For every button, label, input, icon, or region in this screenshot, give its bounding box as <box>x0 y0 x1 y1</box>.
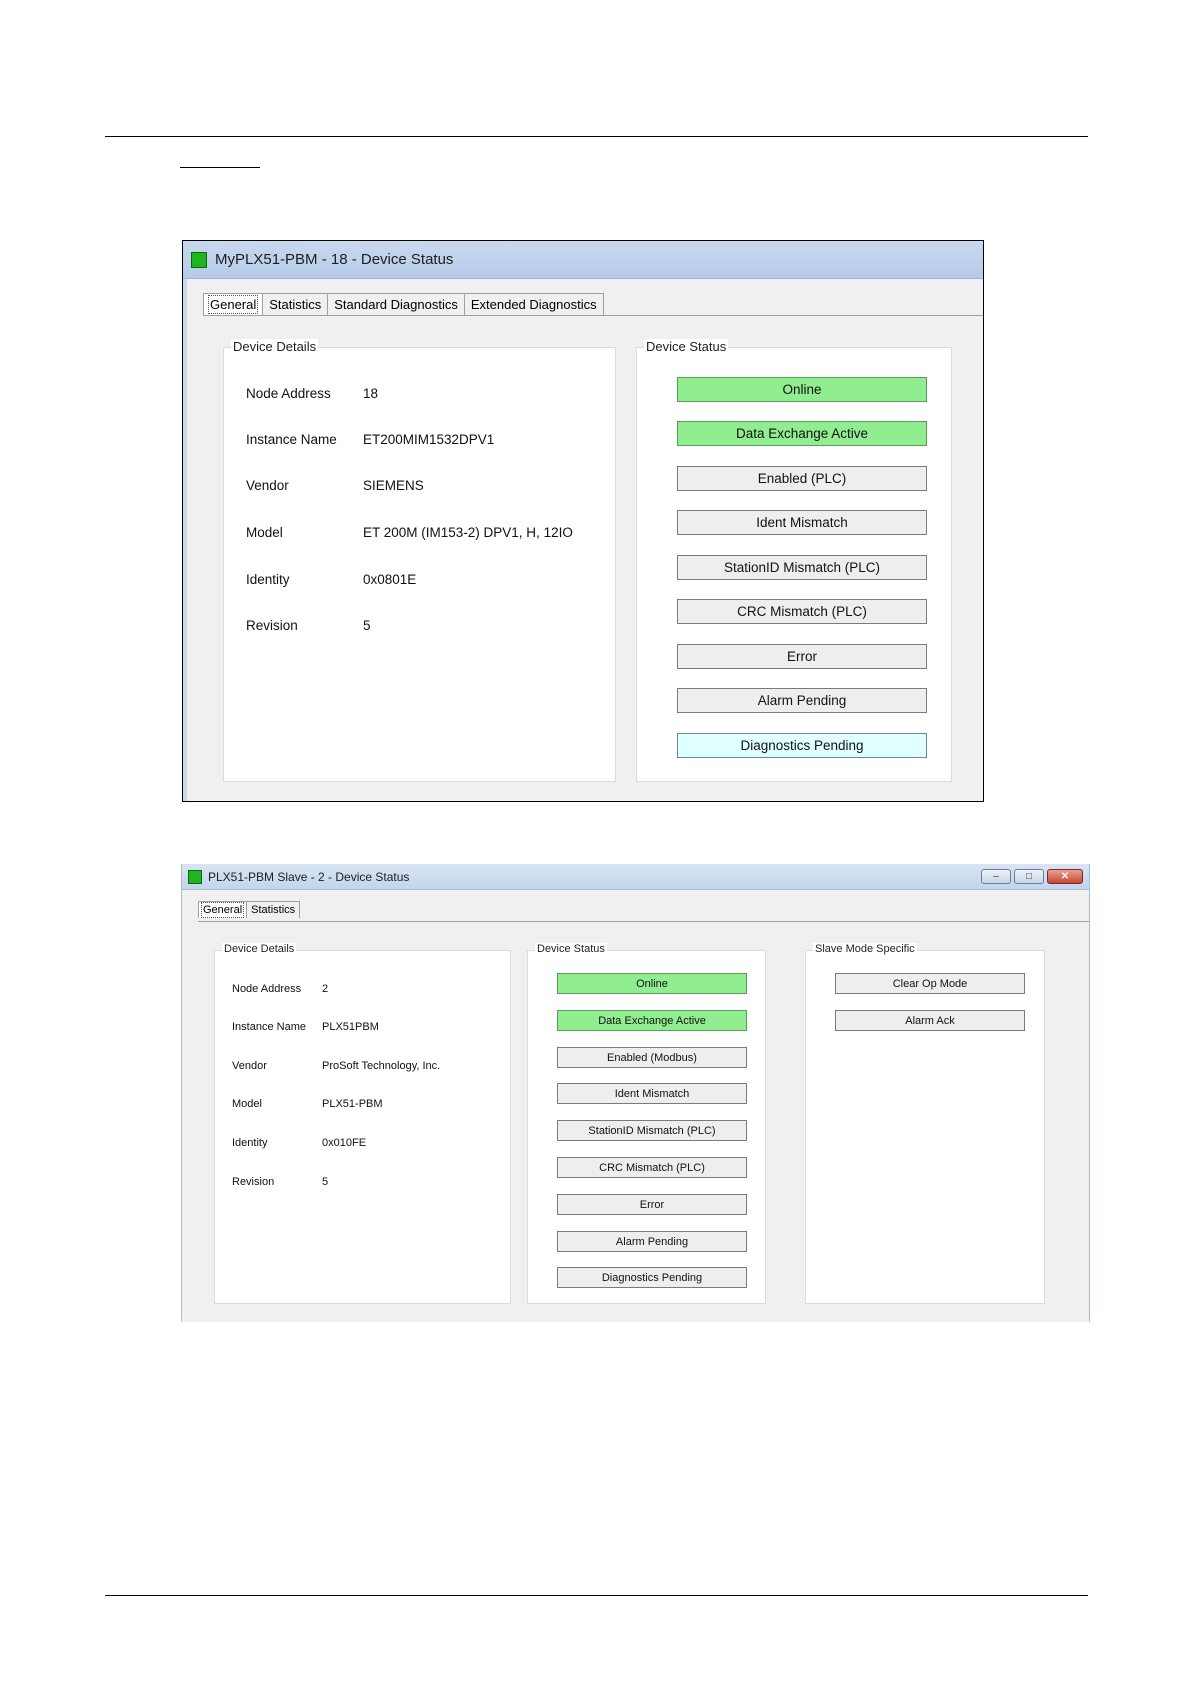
status-stationid-mismatch: StationID Mismatch (PLC) <box>557 1120 747 1141</box>
revision-value: 5 <box>363 618 371 633</box>
group-title: Device Details <box>222 943 297 955</box>
identity-label: Identity <box>232 1137 268 1149</box>
status-ident-mismatch: Ident Mismatch <box>677 510 927 535</box>
status-stationid-mismatch: StationID Mismatch (PLC) <box>677 555 927 580</box>
model-value: PLX51-PBM <box>322 1098 383 1110</box>
minimize-button[interactable]: – <box>981 869 1011 884</box>
status-data-exchange-active: Data Exchange Active <box>557 1010 747 1031</box>
tab-statistics[interactable]: Statistics <box>246 901 301 918</box>
header-underline <box>180 167 260 168</box>
status-error: Error <box>557 1194 747 1215</box>
tab-bar: General Statistics <box>198 901 301 918</box>
vendor-label: Vendor <box>246 478 289 493</box>
model-label: Model <box>246 525 283 540</box>
revision-label: Revision <box>232 1176 275 1188</box>
vendor-label: Vendor <box>232 1060 267 1072</box>
node-address-label: Node Address <box>232 983 302 995</box>
status-crc-mismatch: CRC Mismatch (PLC) <box>677 599 927 624</box>
group-title: Slave Mode Specific <box>813 943 917 955</box>
green-status-icon <box>191 251 207 268</box>
node-address-value: 18 <box>363 386 379 401</box>
tab-general[interactable]: General <box>198 901 248 918</box>
tab-general[interactable]: General <box>203 293 264 315</box>
window-controls: – □ ✕ <box>981 869 1083 884</box>
tab-strip-line <box>198 921 1089 922</box>
identity-label: Identity <box>246 572 290 587</box>
alarm-ack-button[interactable]: Alarm Ack <box>835 1010 1025 1031</box>
clear-op-mode-button[interactable]: Clear Op Mode <box>835 973 1025 994</box>
device-details-group: Device Details Node Address 18 Instance … <box>223 339 616 782</box>
status-ident-mismatch: Ident Mismatch <box>557 1083 747 1104</box>
device-status-group: Device Status Online Data Exchange Activ… <box>636 339 952 782</box>
status-diagnostics-pending: Diagnostics Pending <box>677 733 927 758</box>
slave-mode-specific-group: Slave Mode Specific Clear Op Mode Alarm … <box>805 943 1045 1304</box>
revision-label: Revision <box>246 618 298 633</box>
tab-strip-line <box>203 315 983 316</box>
maximize-button[interactable]: □ <box>1014 869 1044 884</box>
group-title: Device Details <box>231 339 319 354</box>
status-alarm-pending: Alarm Pending <box>677 688 927 713</box>
vendor-value: SIEMENS <box>363 478 424 493</box>
identity-value: 0x0801E <box>363 572 417 587</box>
title-bar: PLX51-PBM Slave - 2 - Device Status – □ … <box>182 864 1089 890</box>
status-enabled-modbus: Enabled (Modbus) <box>557 1047 747 1068</box>
window-edge <box>183 279 187 801</box>
model-label: Model <box>232 1098 262 1110</box>
device-status-group: Device Status Online Data Exchange Activ… <box>527 943 766 1304</box>
device-status-window-2: PLX51-PBM Slave - 2 - Device Status – □ … <box>181 864 1090 1322</box>
node-address-label: Node Address <box>246 386 331 401</box>
node-address-value: 2 <box>322 983 329 995</box>
instance-name-label: Instance Name <box>232 1021 306 1033</box>
status-error: Error <box>677 644 927 669</box>
vendor-value: ProSoft Technology, Inc. <box>322 1060 441 1072</box>
tab-extended-diagnostics[interactable]: Extended Diagnostics <box>463 293 604 315</box>
status-data-exchange-active: Data Exchange Active <box>677 421 927 446</box>
revision-value: 5 <box>322 1176 329 1188</box>
device-status-window-1: MyPLX51-PBM - 18 - Device Status General… <box>182 240 984 802</box>
status-online: Online <box>677 377 927 402</box>
tab-standard-diagnostics[interactable]: Standard Diagnostics <box>327 293 465 315</box>
instance-name-value: ET200MIM1532DPV1 <box>363 432 495 447</box>
window-title: PLX51-PBM Slave - 2 - Device Status <box>208 869 410 884</box>
instance-name-label: Instance Name <box>246 432 337 447</box>
instance-name-value: PLX51PBM <box>322 1021 379 1033</box>
group-title: Device Status <box>644 339 729 354</box>
tab-bar: General Statistics Standard Diagnostics … <box>203 293 604 315</box>
status-alarm-pending: Alarm Pending <box>557 1231 747 1252</box>
group-title: Device Status <box>535 943 607 955</box>
title-bar: MyPLX51-PBM - 18 - Device Status <box>183 241 983 279</box>
identity-value: 0x010FE <box>322 1137 367 1149</box>
status-crc-mismatch: CRC Mismatch (PLC) <box>557 1157 747 1178</box>
page-header-rule <box>105 136 1088 137</box>
device-details-group: Device Details Node Address 2 Instance N… <box>214 943 511 1304</box>
close-button[interactable]: ✕ <box>1047 869 1083 884</box>
window-title: MyPLX51-PBM - 18 - Device Status <box>215 251 454 268</box>
tab-statistics[interactable]: Statistics <box>262 293 329 315</box>
page-footer-rule <box>105 1595 1088 1596</box>
status-diagnostics-pending: Diagnostics Pending <box>557 1267 747 1288</box>
model-value: ET 200M (IM153-2) DPV1, H, 12IO <box>363 525 573 540</box>
green-status-icon <box>188 869 202 884</box>
status-enabled-plc: Enabled (PLC) <box>677 466 927 491</box>
status-online: Online <box>557 973 747 994</box>
